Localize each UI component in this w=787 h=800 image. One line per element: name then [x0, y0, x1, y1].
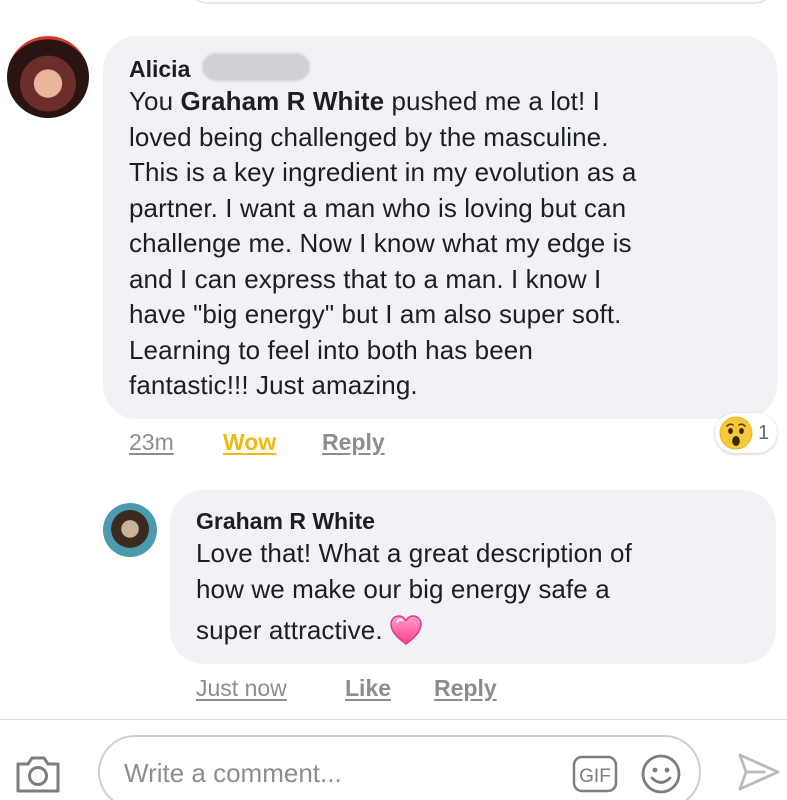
comment-author[interactable]: Alicia	[129, 55, 190, 83]
composer-divider	[0, 719, 787, 720]
gif-button[interactable]: GIF	[572, 755, 618, 793]
redacted-surname	[202, 53, 310, 81]
gif-label: GIF	[579, 766, 611, 787]
send-icon[interactable]	[736, 750, 782, 794]
comment-input[interactable]	[124, 755, 554, 791]
comment-text: You Graham R White pushed me a lot! I lo…	[129, 84, 765, 404]
comment-line: This is a key ingredient in my evolution…	[129, 157, 637, 187]
smiley-icon[interactable]	[640, 753, 682, 795]
pink-heart-icon	[389, 615, 422, 645]
wow-face-icon	[719, 416, 753, 450]
comment-line: partner. I want a man who is loving but …	[129, 192, 627, 223]
comment-line: fantastic!!! Just amazing.	[129, 370, 418, 400]
comment-timestamp[interactable]: Just now	[196, 674, 287, 702]
comment-line: how we make our big energy safe a	[196, 573, 610, 604]
comment-line: Love that! What a great description of	[196, 538, 632, 568]
comment-text: Love that! What a great description of h…	[196, 536, 766, 649]
reply-button[interactable]: Reply	[434, 674, 497, 702]
reaction-badge[interactable]: 1	[715, 413, 777, 453]
like-button[interactable]: Like	[345, 674, 391, 702]
comment-line: Learning to feel into both has been	[129, 334, 533, 365]
mention-graham-r-white[interactable]: Graham R White	[181, 86, 385, 116]
reply-button[interactable]: Reply	[322, 428, 385, 456]
comment-line: challenge me. Now I know what my edge is	[129, 228, 632, 258]
previous-comment-bubble	[186, 0, 776, 4]
comment-timestamp[interactable]: 23m	[129, 428, 174, 456]
gif-icon: GIF	[572, 755, 618, 793]
comment-line: You Graham R White pushed me a lot! I	[129, 86, 600, 116]
wow-reaction-button[interactable]: Wow	[223, 428, 276, 456]
comment-author[interactable]: Graham R White	[196, 507, 375, 535]
reaction-count: 1	[758, 421, 770, 444]
comment-line: have "big energy" but I am also super so…	[129, 299, 622, 329]
avatar-graham-r-white[interactable]	[103, 503, 157, 557]
avatar-alicia[interactable]	[7, 36, 89, 118]
comment-line: loved being challenged by the masculine.	[129, 121, 609, 152]
comment-line: and I can express that to a man. I know …	[129, 263, 602, 294]
camera-icon[interactable]	[14, 752, 62, 794]
comment-composer: GIF	[98, 735, 701, 800]
comment-line: super attractive.	[196, 613, 766, 649]
